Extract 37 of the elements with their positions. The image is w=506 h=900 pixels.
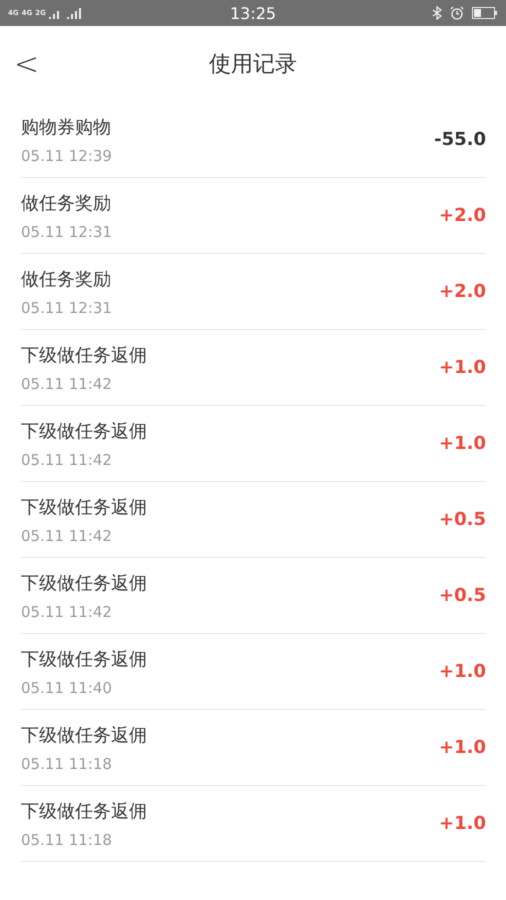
record-amount: +1.0 [439,813,486,834]
signal-icon [66,7,81,19]
battery-icon [472,7,498,19]
page-title: 使用记录 [209,51,297,79]
record-title: 下级做任务返佣 [21,344,147,366]
record-time: 05.11 11:42 [21,450,113,468]
back-button[interactable]: < [0,46,54,82]
record-amount: +2.0 [439,281,486,302]
record-time: 05.11 11:18 [21,754,113,772]
record-time: 05.11 12:39 [21,146,112,164]
record-title: 做任务奖励 [21,192,112,214]
record-amount: +1.0 [439,661,486,682]
record-amount: +0.5 [439,585,486,606]
record-title: 下级做任务返佣 [21,572,147,594]
record-amount: +1.0 [439,357,486,378]
alarm-icon [450,6,464,20]
record-time: 05.11 11:40 [21,678,113,696]
record-title: 做任务奖励 [21,268,112,290]
record-time: 05.11 11:18 [21,830,113,848]
bluetooth-icon [432,6,442,20]
record-title: 下级做任务返佣 [21,420,147,442]
record-time: 05.11 11:42 [21,602,113,620]
record-title: 下级做任务返佣 [21,496,147,518]
record-amount: +1.0 [439,433,486,454]
record-title: 下级做任务返佣 [21,648,147,670]
record-time: 05.11 11:42 [21,374,113,392]
status-time: 13:25 [230,4,276,22]
record-title: 下级做任务返佣 [21,724,147,746]
record-time: 05.11 12:31 [21,222,112,240]
record-amount: +2.0 [439,205,486,226]
record-amount: +1.0 [439,737,486,758]
record-time: 05.11 12:31 [21,298,112,316]
record-title: 购物券购物 [21,116,112,138]
record-amount: +0.5 [439,509,486,530]
record-time: 05.11 11:42 [21,526,113,544]
record-title: 下级做任务返佣 [21,800,147,822]
record-amount: -55.0 [434,129,486,150]
